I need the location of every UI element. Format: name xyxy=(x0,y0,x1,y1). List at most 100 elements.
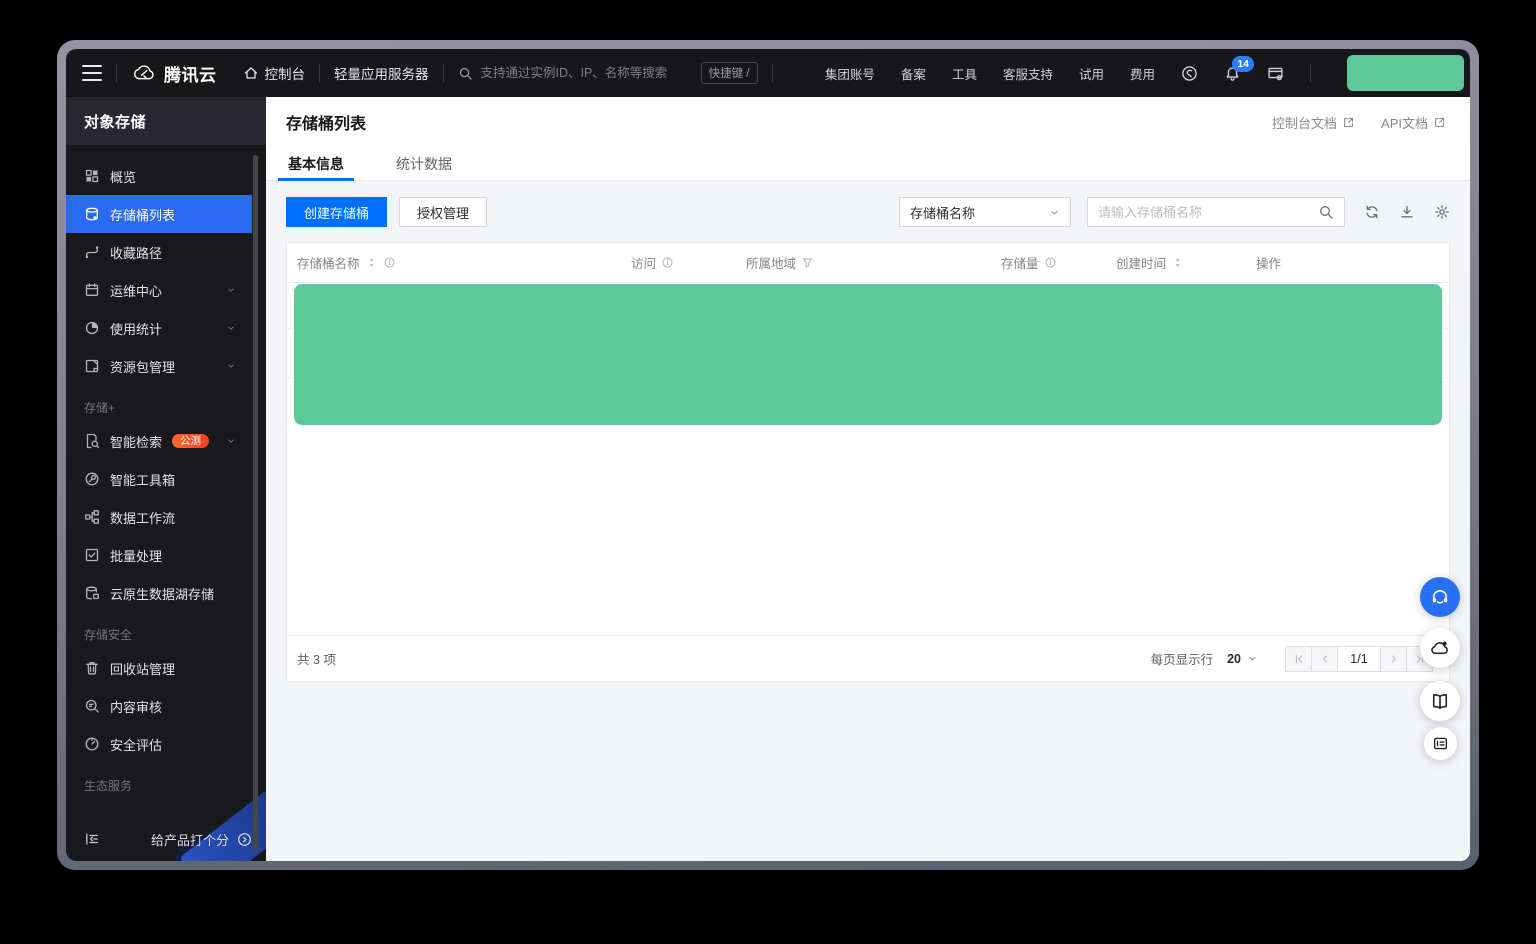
nav-menu-items: 集团账号 备案 工具 客服支持 试用 费用 xyxy=(825,64,1155,83)
column-header: 存储量 xyxy=(1001,253,1116,272)
sidebar-item[interactable]: 云原生数据湖存储 xyxy=(66,574,252,612)
notifications-button[interactable]: 14 xyxy=(1224,55,1254,82)
filter-field-select[interactable]: 存储桶名称 xyxy=(899,197,1071,227)
console-settings-icon xyxy=(1267,65,1284,82)
doc-link-label: API文档 xyxy=(1381,115,1428,131)
per-page-label: 每页显示行 xyxy=(1150,653,1214,667)
nav-item-2[interactable]: 工具 xyxy=(952,64,977,83)
total-count-label: 共 3 项 xyxy=(297,653,336,667)
sidebar-item[interactable]: 数据工作流 xyxy=(66,498,252,536)
sidebar-item[interactable]: 概览 xyxy=(66,157,252,195)
sort-icon[interactable] xyxy=(365,256,378,269)
nav-separator xyxy=(116,64,117,82)
column-header: 操作 xyxy=(1256,253,1449,272)
sidebar-item[interactable]: 收藏路径 xyxy=(66,233,252,271)
sidebar-item[interactable]: 运维中心 xyxy=(66,271,252,309)
table-header-row: 存储桶名称 访问 所属地域 存储量 创建时间 操作 xyxy=(287,243,1449,283)
nav-item-5[interactable]: 费用 xyxy=(1130,64,1155,83)
toolbar-right: 存储桶名称 xyxy=(899,197,1450,227)
sidebar-item[interactable]: 回收站管理 xyxy=(66,649,252,687)
column-settings-gear-icon[interactable] xyxy=(1434,204,1450,220)
tab-0[interactable]: 基本信息 xyxy=(278,147,354,181)
logo-text: 腾讯云 xyxy=(164,65,217,85)
sidebar-item[interactable]: 智能工具箱 xyxy=(66,460,252,498)
account-avatar-masked[interactable] xyxy=(1347,55,1464,91)
create-bucket-button[interactable]: 创建存储桶 xyxy=(286,197,388,227)
rate-arrow-icon[interactable] xyxy=(237,832,252,847)
activity-icon-button[interactable] xyxy=(1181,65,1198,82)
sidebar-item[interactable]: 使用统计 xyxy=(66,309,252,347)
collapse-sidebar-icon[interactable] xyxy=(84,831,100,847)
per-page-select[interactable]: 20 xyxy=(1227,652,1258,666)
float-feedback-button[interactable] xyxy=(1424,727,1457,760)
info-icon[interactable] xyxy=(383,256,396,269)
sidebar-item[interactable]: 存储桶列表 xyxy=(66,195,252,233)
sidebar-section-label: 存储安全 xyxy=(84,628,133,642)
datalake-icon xyxy=(84,585,100,601)
page-indicator: 1/1 xyxy=(1337,645,1381,672)
browser-window-frame: 腾讯云 控制台 轻量应用服务器 快捷键 / 集团账号 备案 工具 客服支持 试用 费用 xyxy=(57,40,1479,870)
pagination-controls: 每页显示行 20 1/1 xyxy=(1150,645,1433,672)
sidebar-scrollbar[interactable] xyxy=(253,155,258,851)
bucket-icon xyxy=(84,206,100,222)
doc-link-1[interactable]: API文档 xyxy=(1381,113,1446,132)
float-support-button[interactable] xyxy=(1420,577,1460,617)
page-prev-button[interactable] xyxy=(1311,645,1338,672)
float-cloud-assistant-button[interactable] xyxy=(1420,628,1460,668)
hamburger-menu-icon[interactable] xyxy=(82,65,102,81)
column-label: 存储桶名称 xyxy=(297,257,360,271)
activity-icon xyxy=(1181,65,1198,82)
download-icon[interactable] xyxy=(1399,204,1415,220)
feedback-icon xyxy=(1432,735,1449,752)
nav-item-0[interactable]: 集团账号 xyxy=(825,64,875,83)
search-icon[interactable] xyxy=(1318,204,1334,220)
product-tab-lighthouse[interactable]: 轻量应用服务器 xyxy=(334,63,429,83)
console-link[interactable]: 控制台 xyxy=(243,63,305,83)
sort-icon[interactable] xyxy=(1171,256,1184,269)
per-page-value: 20 xyxy=(1227,651,1241,666)
info-icon[interactable] xyxy=(661,256,674,269)
app-window: 腾讯云 控制台 轻量应用服务器 快捷键 / 集团账号 备案 工具 客服支持 试用 费用 xyxy=(66,49,1470,861)
column-header: 访问 xyxy=(631,253,746,272)
sidebar-item[interactable]: 内容审核 xyxy=(66,687,252,725)
bucket-search-box[interactable] xyxy=(1087,197,1345,227)
trash-icon xyxy=(84,660,100,676)
tab-bar: 基本信息 统计数据 xyxy=(266,147,1470,181)
chevron-down-icon xyxy=(226,361,236,371)
tab-1[interactable]: 统计数据 xyxy=(394,147,454,180)
sidebar-item-label: 使用统计 xyxy=(110,321,163,337)
tencent-cloud-logo[interactable]: 腾讯云 xyxy=(131,60,217,86)
filter-icon[interactable] xyxy=(801,256,814,269)
sidebar-item[interactable]: 智能检索 公测 xyxy=(66,422,252,460)
bucket-search-input[interactable] xyxy=(1098,204,1318,220)
sidebar-item[interactable]: 批量处理 xyxy=(66,536,252,574)
column-label: 创建时间 xyxy=(1116,257,1167,271)
chevron-down-icon xyxy=(226,436,236,446)
nav-item-4[interactable]: 试用 xyxy=(1079,64,1104,83)
nav-item-1[interactable]: 备案 xyxy=(901,64,926,83)
top-nav-right: 集团账号 备案 工具 客服支持 试用 费用 14 xyxy=(825,55,1464,91)
sidebar-item[interactable]: 安全评估 xyxy=(66,725,252,763)
table-footer: 共 3 项 每页显示行 20 1/1 xyxy=(287,635,1449,681)
info-icon[interactable] xyxy=(1044,256,1057,269)
float-documentation-button[interactable] xyxy=(1420,681,1460,721)
page-next-button[interactable] xyxy=(1380,645,1407,672)
nav-item-3[interactable]: 客服支持 xyxy=(1003,64,1053,83)
doc-search-icon xyxy=(84,433,100,449)
global-search-input[interactable] xyxy=(480,66,693,80)
global-search[interactable]: 快捷键 / xyxy=(458,62,758,84)
doc-link-0[interactable]: 控制台文档 xyxy=(1272,113,1355,132)
auth-management-button[interactable]: 授权管理 xyxy=(399,197,488,227)
sidebar-item-label: 云原生数据湖存储 xyxy=(110,586,215,602)
bucket-table-card: 存储桶名称 访问 所属地域 存储量 创建时间 操作 共 3 项 每页显示行 20 xyxy=(286,242,1450,682)
sidebar-item[interactable]: 资源包管理 xyxy=(66,347,252,385)
rate-product-link[interactable]: 给产品打个分 xyxy=(151,830,229,849)
beta-badge: 公测 xyxy=(172,433,210,449)
sidebar-item-label: 数据工作流 xyxy=(110,510,176,526)
filter-select-value: 存储桶名称 xyxy=(910,205,976,221)
page-first-button[interactable] xyxy=(1285,645,1312,672)
page-prev-icon xyxy=(1319,653,1331,665)
sidebar-item-label: 概览 xyxy=(110,169,137,185)
console-settings-button[interactable] xyxy=(1267,65,1284,82)
refresh-icon[interactable] xyxy=(1364,204,1380,220)
